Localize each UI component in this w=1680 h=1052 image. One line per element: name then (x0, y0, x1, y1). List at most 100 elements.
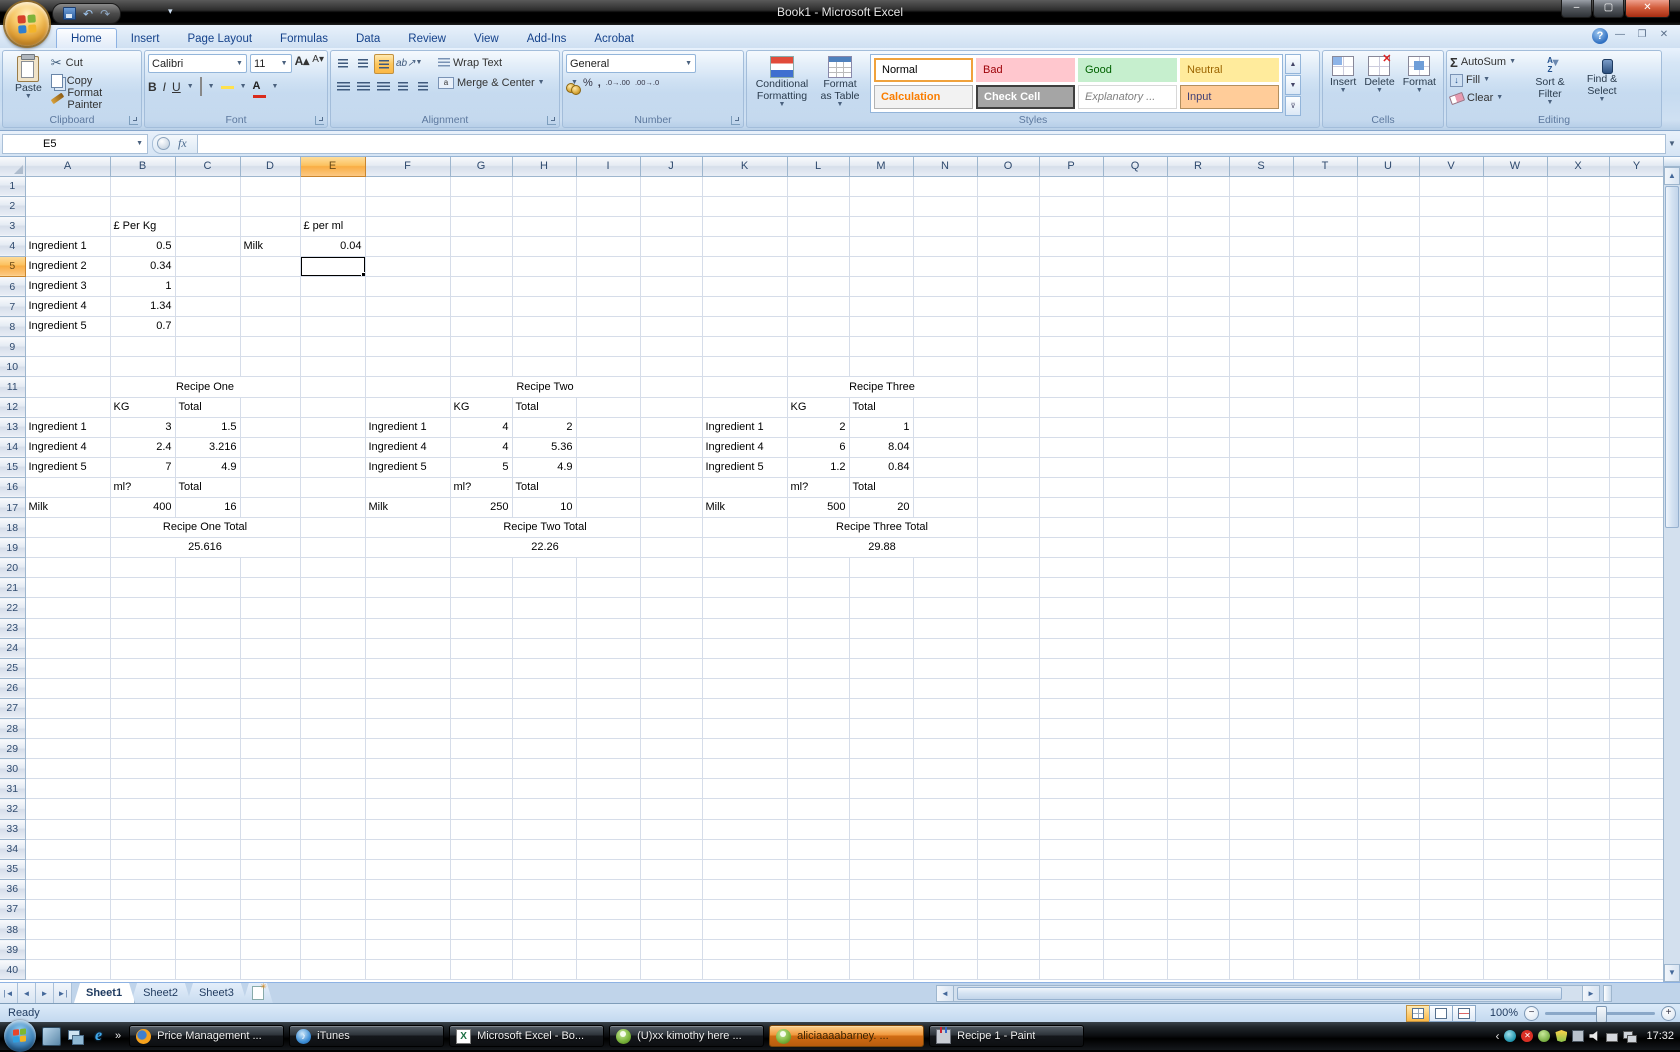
cell-M38[interactable] (849, 919, 914, 941)
cell-F34[interactable] (365, 839, 451, 860)
cell-N1[interactable] (913, 176, 978, 197)
cell-W18[interactable] (1483, 517, 1548, 539)
cell-U17[interactable] (1357, 497, 1420, 519)
cell-R16[interactable] (1167, 477, 1230, 499)
gallery-expand-icon[interactable]: ⊽ (1285, 96, 1301, 116)
cell-N7[interactable] (913, 296, 978, 318)
cell-C23[interactable] (175, 618, 241, 639)
cell-B34[interactable] (110, 839, 176, 860)
cell-P35[interactable] (1039, 859, 1104, 880)
cell-O27[interactable] (977, 698, 1040, 720)
cell-R1[interactable] (1167, 176, 1230, 197)
cell-B15[interactable]: 7 (110, 457, 176, 478)
orientation-button[interactable]: ab↗ ▼ (396, 54, 422, 72)
cell-S6[interactable] (1229, 276, 1294, 298)
cell-U9[interactable] (1357, 336, 1420, 358)
cell-Q23[interactable] (1103, 618, 1168, 639)
cell-P8[interactable] (1039, 316, 1104, 338)
cell-W3[interactable] (1483, 216, 1548, 237)
cell-V5[interactable] (1419, 256, 1484, 277)
cell-S5[interactable] (1229, 256, 1294, 277)
insert-function-button[interactable]: fx (152, 133, 198, 154)
cell-I3[interactable] (576, 216, 641, 237)
gallery-scroll-down-icon[interactable]: ▼ (1285, 75, 1301, 95)
cell-O40[interactable] (977, 959, 1040, 981)
cell-T6[interactable] (1293, 276, 1358, 298)
cell-J14[interactable] (640, 437, 703, 458)
cell-V35[interactable] (1419, 859, 1484, 880)
cell-W21[interactable] (1483, 577, 1548, 599)
cell-B2[interactable] (110, 196, 176, 217)
normal-view-button[interactable] (1406, 1004, 1430, 1022)
cell-X15[interactable] (1547, 457, 1610, 478)
cell-S9[interactable] (1229, 336, 1294, 358)
cell-I31[interactable] (576, 778, 641, 800)
cell-C2[interactable] (175, 196, 241, 217)
cell-R4[interactable] (1167, 236, 1230, 257)
cell-E36[interactable] (300, 879, 366, 900)
cell-T29[interactable] (1293, 738, 1358, 760)
cell-O9[interactable] (977, 336, 1040, 358)
cell-C8[interactable] (175, 316, 241, 338)
cell-U27[interactable] (1357, 698, 1420, 720)
cell-N10[interactable] (913, 356, 978, 378)
cell-F22[interactable] (365, 597, 451, 619)
cell-P38[interactable] (1039, 919, 1104, 941)
cell-P19[interactable] (1039, 537, 1104, 559)
font-family-select[interactable]: Calibri ▼ (148, 54, 247, 73)
cell-N27[interactable] (913, 698, 978, 720)
cell-M13[interactable]: 1 (849, 417, 914, 438)
cell-V20[interactable] (1419, 557, 1484, 579)
cell-C24[interactable] (175, 638, 241, 659)
comma-style-button[interactable]: , (598, 77, 601, 89)
cell-T39[interactable] (1293, 939, 1358, 961)
cell-K1[interactable] (702, 176, 788, 197)
cell-Q2[interactable] (1103, 196, 1168, 217)
cell-W15[interactable] (1483, 457, 1548, 478)
cell-J32[interactable] (640, 798, 703, 820)
cell-H17[interactable]: 10 (512, 497, 577, 519)
cell-U12[interactable] (1357, 397, 1420, 418)
cell-G10[interactable] (450, 356, 513, 378)
cell-N38[interactable] (913, 919, 978, 941)
cell-F18[interactable] (365, 517, 451, 539)
cell-D8[interactable] (240, 316, 301, 338)
cell-V30[interactable] (1419, 758, 1484, 780)
cell-K20[interactable] (702, 557, 788, 579)
cell-I33[interactable] (576, 819, 641, 840)
cell-R14[interactable] (1167, 437, 1230, 458)
cell-E19[interactable] (300, 537, 366, 559)
formula-bar-expand-icon[interactable]: ▼ (1666, 139, 1678, 148)
cell-L2[interactable] (787, 196, 850, 217)
cell-F35[interactable] (365, 859, 451, 880)
font-dialog-launcher-icon[interactable] (315, 116, 324, 125)
cell-P30[interactable] (1039, 758, 1104, 780)
cell-P20[interactable] (1039, 557, 1104, 579)
cell-V26[interactable] (1419, 678, 1484, 699)
cell-A13[interactable]: Ingredient 1 (25, 417, 111, 438)
cell-K5[interactable] (702, 256, 788, 277)
cell-Q38[interactable] (1103, 919, 1168, 941)
cell-V34[interactable] (1419, 839, 1484, 860)
cell-O1[interactable] (977, 176, 1040, 197)
cell-W28[interactable] (1483, 718, 1548, 740)
cell-J10[interactable] (640, 356, 703, 378)
cell-G4[interactable] (450, 236, 513, 257)
cell-S20[interactable] (1229, 557, 1294, 579)
cell-J12[interactable] (640, 397, 703, 418)
cell-N32[interactable] (913, 798, 978, 820)
sort-filter-button[interactable]: AZ Sort & Filter ▼ (1524, 54, 1576, 112)
cell-B12[interactable]: KG (110, 397, 176, 418)
increase-indent-button[interactable] (414, 77, 432, 95)
cell-E11[interactable] (300, 376, 366, 398)
cell-U21[interactable] (1357, 577, 1420, 599)
cell-Y28[interactable] (1609, 718, 1665, 740)
cell-N21[interactable] (913, 577, 978, 599)
cell-W36[interactable] (1483, 879, 1548, 900)
font-color-dropdown-icon[interactable]: ▼ (272, 83, 279, 90)
cell-V37[interactable] (1419, 899, 1484, 920)
cell-I27[interactable] (576, 698, 641, 720)
cell-P32[interactable] (1039, 798, 1104, 820)
cell-U36[interactable] (1357, 879, 1420, 900)
cell-E28[interactable] (300, 718, 366, 740)
